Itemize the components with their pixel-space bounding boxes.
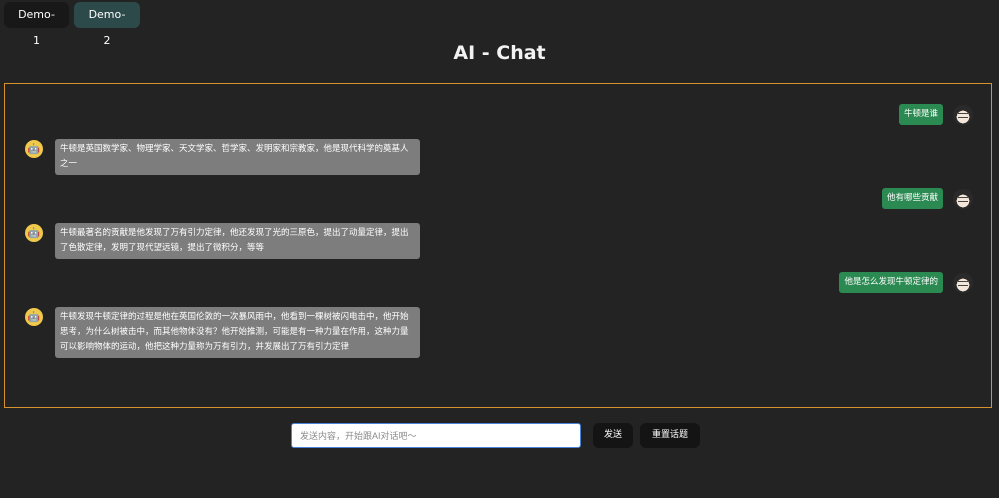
message-input[interactable] <box>292 424 580 448</box>
reset-topic-button[interactable]: 重置话题 <box>640 423 700 448</box>
chat-panel: 牛顿是谁 🤖 牛顿是英国数学家、物理学家、天文学家、哲学家、发明家和宗教家，他是… <box>4 83 992 408</box>
ai-message: 🤖 牛顿发现牛顿定律的过程是他在英国伦敦的一次暴风雨中，他看到一棵树被闪电击中，… <box>25 307 420 358</box>
user-message-text: 牛顿是谁 <box>898 104 943 125</box>
user-avatar-icon <box>953 272 973 293</box>
ai-message: 🤖 牛顿最著名的贡献是他发现了万有引力定律，他还发现了光的三原色，提出了动量定律… <box>25 223 420 259</box>
user-message: 他有哪些贡献 <box>881 188 973 209</box>
user-message: 牛顿是谁 <box>898 104 973 125</box>
tab-demo-1[interactable]: Demo-1 <box>4 2 69 47</box>
user-avatar-icon <box>953 188 973 209</box>
page-title: AI - Chat <box>453 42 546 64</box>
user-avatar-icon <box>953 104 973 125</box>
robot-face-icon: 🤖 <box>25 224 43 242</box>
robot-face-icon: 🤖 <box>25 308 43 326</box>
user-message-text: 他有哪些贡献 <box>881 188 943 209</box>
ai-message: 🤖 牛顿是英国数学家、物理学家、天文学家、哲学家、发明家和宗教家，他是现代科学的… <box>25 139 420 175</box>
ai-message-text: 牛顿最著名的贡献是他发现了万有引力定律，他还发现了光的三原色，提出了动量定律，提… <box>55 223 420 259</box>
send-button[interactable]: 发送 <box>593 423 633 448</box>
user-message-text: 他是怎么发现牛顿定律的 <box>839 272 943 293</box>
tab-bar: Demo-1 Demo-2 <box>4 2 140 47</box>
tab-demo-2[interactable]: Demo-2 <box>74 2 140 47</box>
ai-message-text: 牛顿是英国数学家、物理学家、天文学家、哲学家、发明家和宗教家，他是现代科学的奠基… <box>55 139 420 175</box>
message-input-wrapper <box>291 423 581 448</box>
robot-face-icon: 🤖 <box>25 140 43 158</box>
user-message: 他是怎么发现牛顿定律的 <box>839 272 973 293</box>
ai-message-text: 牛顿发现牛顿定律的过程是他在英国伦敦的一次暴风雨中，他看到一棵树被闪电击中，他开… <box>55 307 420 358</box>
